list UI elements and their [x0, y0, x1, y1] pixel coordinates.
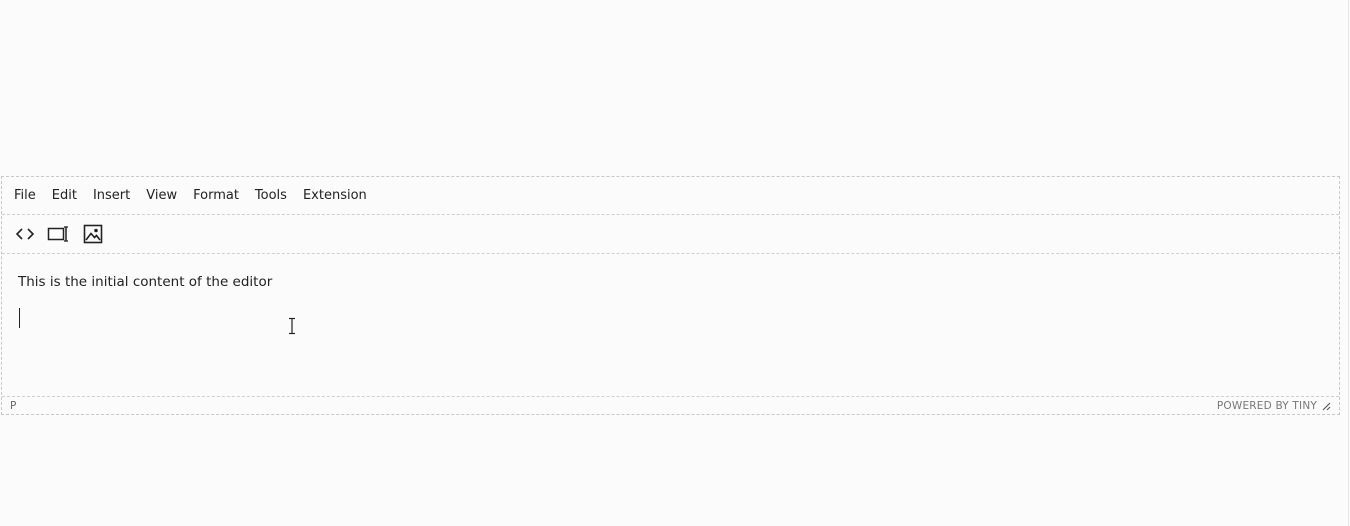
toolbar: [2, 215, 1339, 254]
menu-format[interactable]: Format: [187, 186, 245, 206]
rich-text-editor: File Edit Insert View Format Tools Exten…: [1, 176, 1340, 415]
menu-extension[interactable]: Extension: [297, 186, 373, 206]
powered-by-tiny-link[interactable]: POWERED BY TINY: [1217, 400, 1317, 412]
menu-edit[interactable]: Edit: [46, 186, 83, 206]
element-path[interactable]: P: [10, 400, 17, 412]
source-code-button[interactable]: [8, 221, 42, 247]
text-caret: [19, 308, 20, 328]
preview-icon: [47, 226, 68, 242]
page-edge: [1348, 0, 1349, 526]
resize-handle-icon[interactable]: [1321, 401, 1331, 411]
menu-file[interactable]: File: [8, 186, 42, 206]
preview-button[interactable]: [42, 221, 76, 247]
menu-insert[interactable]: Insert: [87, 186, 136, 206]
menubar: File Edit Insert View Format Tools Exten…: [2, 177, 1339, 215]
ibeam-cursor-icon: [289, 317, 295, 335]
source-code-icon: [15, 228, 35, 240]
statusbar: P POWERED BY TINY: [2, 396, 1339, 414]
insert-image-button[interactable]: [76, 221, 110, 247]
image-icon: [83, 224, 103, 244]
menu-tools[interactable]: Tools: [249, 186, 293, 206]
editor-content-area[interactable]: This is the initial content of the edito…: [2, 254, 1339, 396]
statusbar-right: POWERED BY TINY: [1217, 400, 1331, 412]
menu-view[interactable]: View: [140, 186, 183, 206]
content-paragraph[interactable]: This is the initial content of the edito…: [18, 272, 1323, 292]
